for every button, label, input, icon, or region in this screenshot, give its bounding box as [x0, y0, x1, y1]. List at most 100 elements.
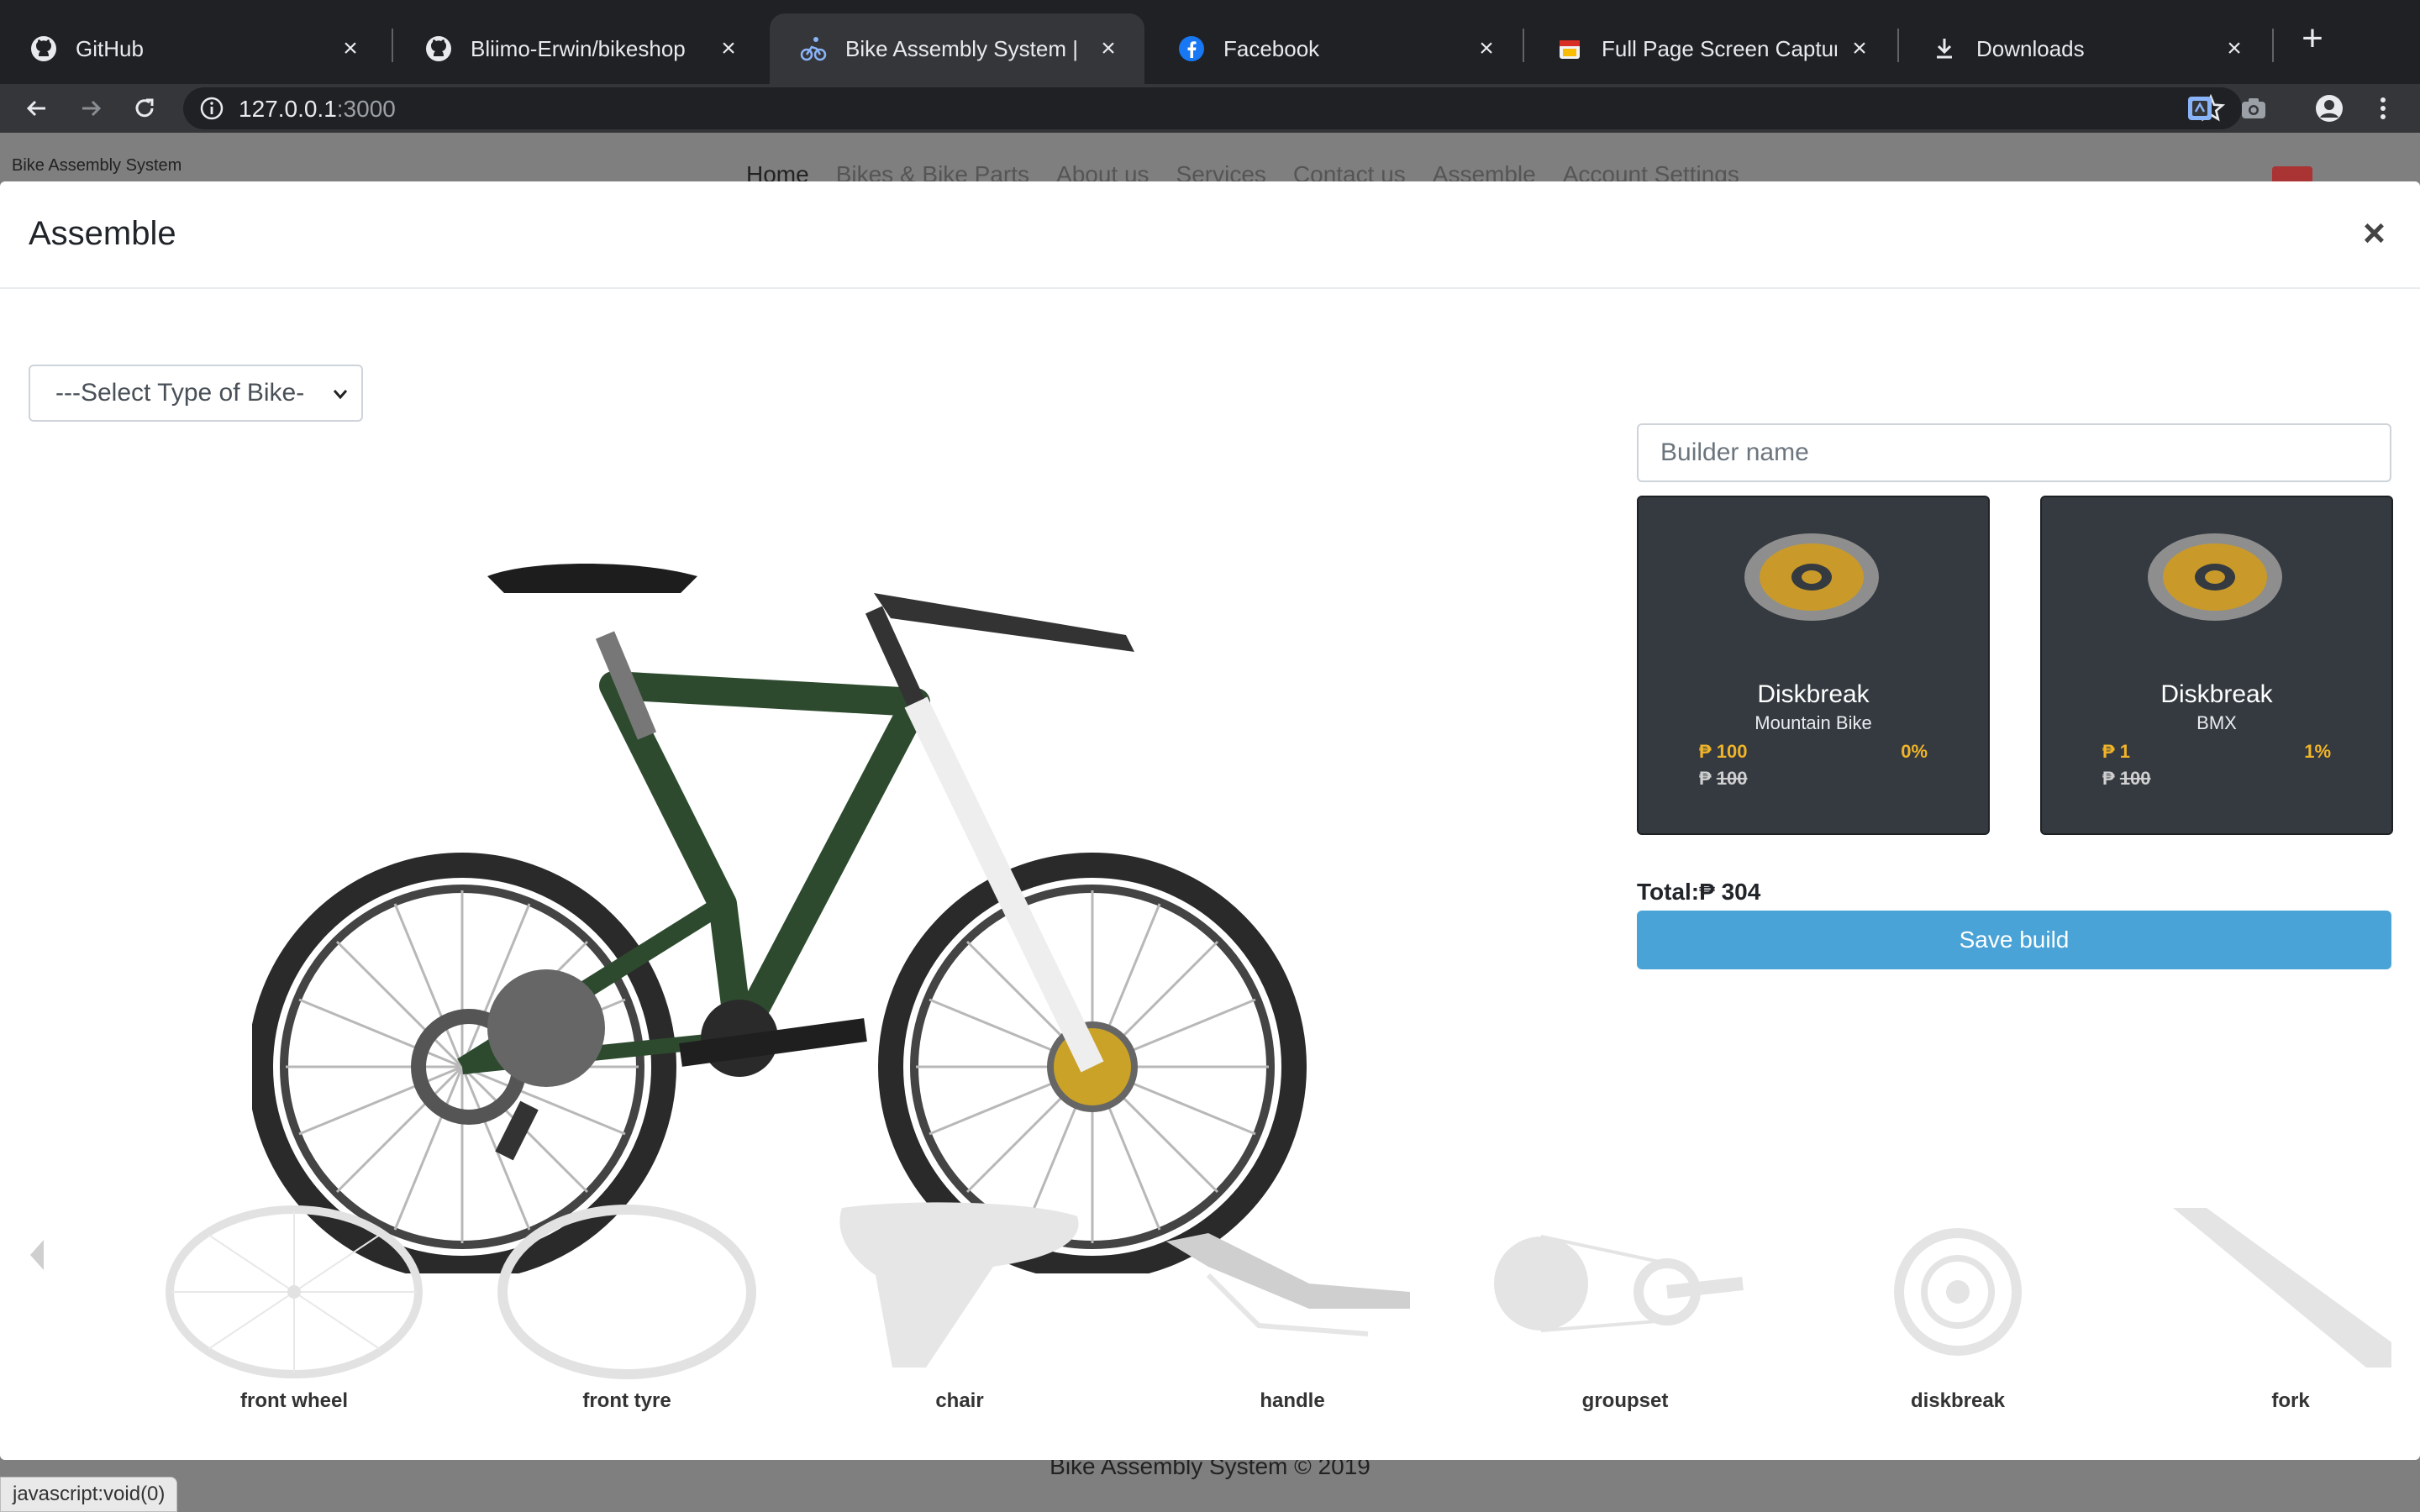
assemble-modal: Assemble × ---Select Type of Bike- Build…: [0, 181, 2420, 1460]
scroll-left-arrow-icon[interactable]: [29, 1236, 45, 1273]
bike-type-select[interactable]: ---Select Type of Bike-: [29, 365, 363, 422]
github-icon: [425, 35, 452, 62]
part-slot-front-wheel[interactable]: front wheel: [160, 1200, 429, 1452]
download-icon: [1931, 35, 1958, 62]
part-discount: 1%: [2304, 741, 2331, 762]
forward-arrow-icon: [82, 100, 102, 117]
part-slot-handle[interactable]: handle: [1158, 1200, 1427, 1452]
close-tab-icon[interactable]: ×: [1096, 36, 1121, 61]
github-icon: [30, 35, 57, 62]
groupset-icon: [1494, 1235, 1744, 1332]
url-text: 127.0.0.1:3000: [239, 96, 396, 123]
part-original-price: ₱ 100: [2102, 768, 2151, 790]
camera-icon[interactable]: [2238, 93, 2269, 123]
tab-title: Full Page Screen Capture - C: [1602, 35, 1837, 61]
tab-downloads[interactable]: Downloads ×: [1901, 13, 2270, 84]
disc-brake-icon: [1894, 1228, 2022, 1356]
tab-separator: [392, 29, 393, 62]
part-category: Mountain Bike: [1754, 712, 1872, 733]
part-slot-label: fork: [2271, 1389, 2310, 1412]
part-category: BMX: [2196, 712, 2237, 733]
browser-toolbar: 127.0.0.1:3000: [0, 84, 2420, 133]
tab-bike-assembly[interactable]: Bike Assembly System | Hom ×: [770, 13, 1144, 84]
currency-symbol: ₱: [2102, 768, 2115, 789]
part-slot-label: front tyre: [582, 1389, 671, 1412]
part-slot-front-tyre[interactable]: front tyre: [492, 1200, 761, 1452]
part-original-price: ₱ 100: [1699, 768, 1748, 790]
tab-separator: [2272, 29, 2274, 62]
tab-screen-capture[interactable]: Full Page Screen Capture - C ×: [1526, 13, 1896, 84]
builder-name-input[interactable]: Builder name: [1637, 423, 2391, 482]
currency-symbol: ₱: [1699, 768, 1712, 789]
tab-facebook[interactable]: Facebook ×: [1148, 13, 1523, 84]
tab-separator: [1523, 29, 1524, 62]
close-tab-icon[interactable]: ×: [1474, 36, 1499, 61]
original-amount: 100: [1716, 768, 1748, 789]
url-port: :3000: [336, 96, 396, 122]
part-slot-diskbreak[interactable]: diskbreak: [1823, 1200, 2092, 1452]
part-discount: 0%: [1901, 741, 1928, 762]
front-wheel-icon: [166, 1205, 423, 1378]
tab-title: GitHub: [76, 35, 144, 61]
part-price: ₱ 100: [1699, 741, 1748, 762]
url-host: 127.0.0.1: [239, 96, 337, 122]
screen-capture-icon: [1556, 35, 1583, 62]
browser-tab-strip: GitHub × Bliimo-Erwin/bikeshop × Bike As…: [0, 0, 2420, 84]
close-tab-icon[interactable]: ×: [716, 36, 741, 61]
back-arrow-icon: [26, 100, 45, 117]
part-name: Diskbreak: [1757, 680, 1870, 708]
tab-github[interactable]: GitHub ×: [0, 13, 387, 84]
part-slot-label: handle: [1260, 1389, 1325, 1412]
save-build-button[interactable]: Save build: [1637, 911, 2391, 969]
modal-title: Assemble: [29, 215, 176, 252]
cart-button[interactable]: [2272, 166, 2312, 181]
disc-brake-image: [2148, 533, 2282, 621]
total-value: ₱ 304: [1699, 879, 1761, 905]
extension-translate-icon[interactable]: [2185, 93, 2215, 123]
handlebar-icon: [1166, 1233, 1410, 1336]
cyclist-icon: [800, 35, 827, 62]
address-bar[interactable]: 127.0.0.1:3000: [183, 87, 2242, 129]
part-slot-fork[interactable]: fork: [2156, 1200, 2420, 1452]
close-tab-icon[interactable]: ×: [2222, 36, 2247, 61]
fork-icon: [2173, 1208, 2391, 1368]
part-slot-chair[interactable]: chair: [825, 1200, 1094, 1452]
part-slot-label: groupset: [1581, 1389, 1669, 1412]
disc-brake-image: [1744, 533, 1879, 621]
kebab-menu-icon[interactable]: [2368, 93, 2398, 123]
part-price: ₱ 1: [2102, 741, 2131, 762]
reload-icon: [135, 98, 154, 118]
tab-title: Bike Assembly System | Hom: [845, 35, 1086, 61]
part-name: Diskbreak: [2160, 680, 2273, 708]
profile-avatar-icon[interactable]: [2314, 93, 2344, 123]
part-slot-groupset[interactable]: groupset: [1491, 1200, 1760, 1452]
site-navbar: Bike Assembly System Home Bikes & Bike P…: [0, 133, 2420, 187]
tab-title: Bliimo-Erwin/bikeshop: [471, 35, 686, 61]
reload-button[interactable]: [128, 92, 161, 125]
part-slot-label: chair: [935, 1389, 984, 1412]
tab-separator: [1897, 29, 1899, 62]
part-card-diskbreak-mountain[interactable]: Diskbreak Mountain Bike ₱ 100 0% ₱ 100: [1637, 496, 1990, 835]
info-icon[interactable]: [198, 95, 225, 122]
bike-preview-image: [252, 564, 1307, 1273]
build-total: Total:₱ 304: [1637, 879, 1760, 906]
modal-close-button[interactable]: ×: [2363, 210, 2386, 255]
close-tab-icon[interactable]: ×: [1847, 36, 1872, 61]
part-card-diskbreak-bmx[interactable]: Diskbreak BMX ₱ 1 1% ₱ 100: [2040, 496, 2393, 835]
site-brand[interactable]: Bike Assembly System: [12, 156, 182, 176]
part-slot-label: diskbreak: [1910, 1389, 2006, 1412]
new-tab-button[interactable]: +: [2294, 20, 2331, 59]
tyre-icon: [497, 1205, 756, 1379]
tab-bikeshop-repo[interactable]: Bliimo-Erwin/bikeshop ×: [395, 13, 765, 84]
forward-button[interactable]: [74, 92, 108, 125]
tab-title: Facebook: [1223, 35, 1320, 61]
saddle-icon: [839, 1202, 1079, 1368]
total-label: Total:: [1637, 879, 1700, 905]
part-slot-label: front wheel: [239, 1389, 348, 1412]
tab-title: Downloads: [1976, 35, 2085, 61]
original-amount: 100: [2119, 768, 2151, 789]
modal-header: Assemble ×: [0, 181, 2420, 289]
close-tab-icon[interactable]: ×: [338, 36, 363, 61]
back-button[interactable]: [20, 92, 54, 125]
link-status-bar: javascript:void(0): [0, 1477, 178, 1512]
